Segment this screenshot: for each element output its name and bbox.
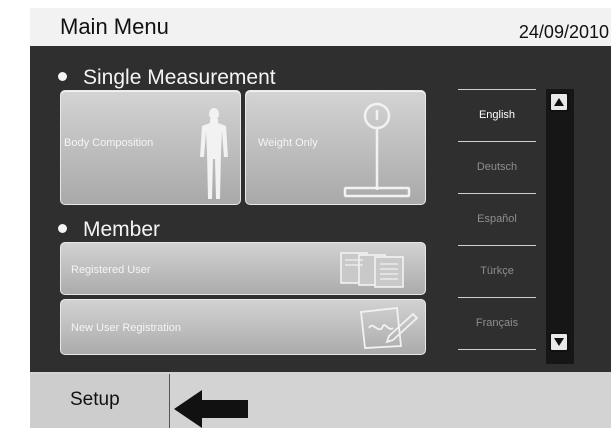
arrow-left-icon <box>174 390 248 428</box>
bullet-icon <box>58 223 67 233</box>
registered-user-button[interactable]: Registered User <box>60 242 426 295</box>
human-figure-icon <box>200 108 228 199</box>
language-option-english[interactable]: English <box>452 90 542 142</box>
weight-only-button[interactable]: Weight Only <box>245 90 426 205</box>
language-label: English <box>478 109 516 121</box>
scroll-down-button[interactable] <box>549 332 569 352</box>
language-label: Deutsch <box>476 161 518 173</box>
language-option-espanol[interactable]: Español <box>452 194 542 246</box>
language-label: Türkçe <box>480 265 514 277</box>
single-measurement-label: Single Measurement <box>83 66 276 89</box>
registered-user-label: Registered User <box>71 264 151 276</box>
body-composition-label: Body Composition <box>64 137 154 149</box>
language-scrollbar[interactable] <box>546 89 574 364</box>
language-option-deutsch[interactable]: Deutsch <box>452 142 542 194</box>
language-option-francais[interactable]: Français <box>452 298 542 350</box>
header-bar: Main Menu 24/09/2010 <box>30 8 611 46</box>
new-user-registration-label: New User Registration <box>71 322 182 334</box>
documents-icon <box>340 252 404 288</box>
body-composition-button[interactable]: Body Composition <box>60 90 241 205</box>
language-label: Français <box>475 317 519 329</box>
clipboard-pen-icon <box>360 307 419 349</box>
divider <box>458 349 536 350</box>
language-label: Español <box>477 213 517 225</box>
language-option-turkce[interactable]: Türkçe <box>452 246 542 298</box>
screen: Main Menu 24/09/2010 Single Measurement … <box>0 0 611 428</box>
scale-icon <box>343 102 411 198</box>
weight-only-label: Weight Only <box>258 137 318 149</box>
arrow-up-icon <box>554 98 564 106</box>
bullet-icon <box>58 71 67 81</box>
member-label: Member <box>83 218 161 241</box>
page-title: Main Menu <box>60 14 169 39</box>
arrow-down-icon <box>554 338 564 346</box>
setup-label: Setup <box>70 389 120 410</box>
scroll-up-button[interactable] <box>549 92 569 112</box>
new-user-registration-button[interactable]: New User Registration <box>60 299 426 355</box>
member-heading: Member <box>58 218 160 242</box>
single-measurement-heading: Single Measurement <box>58 66 276 90</box>
setup-button[interactable]: Setup <box>30 374 170 428</box>
date-display: 24/09/2010 <box>518 22 609 42</box>
